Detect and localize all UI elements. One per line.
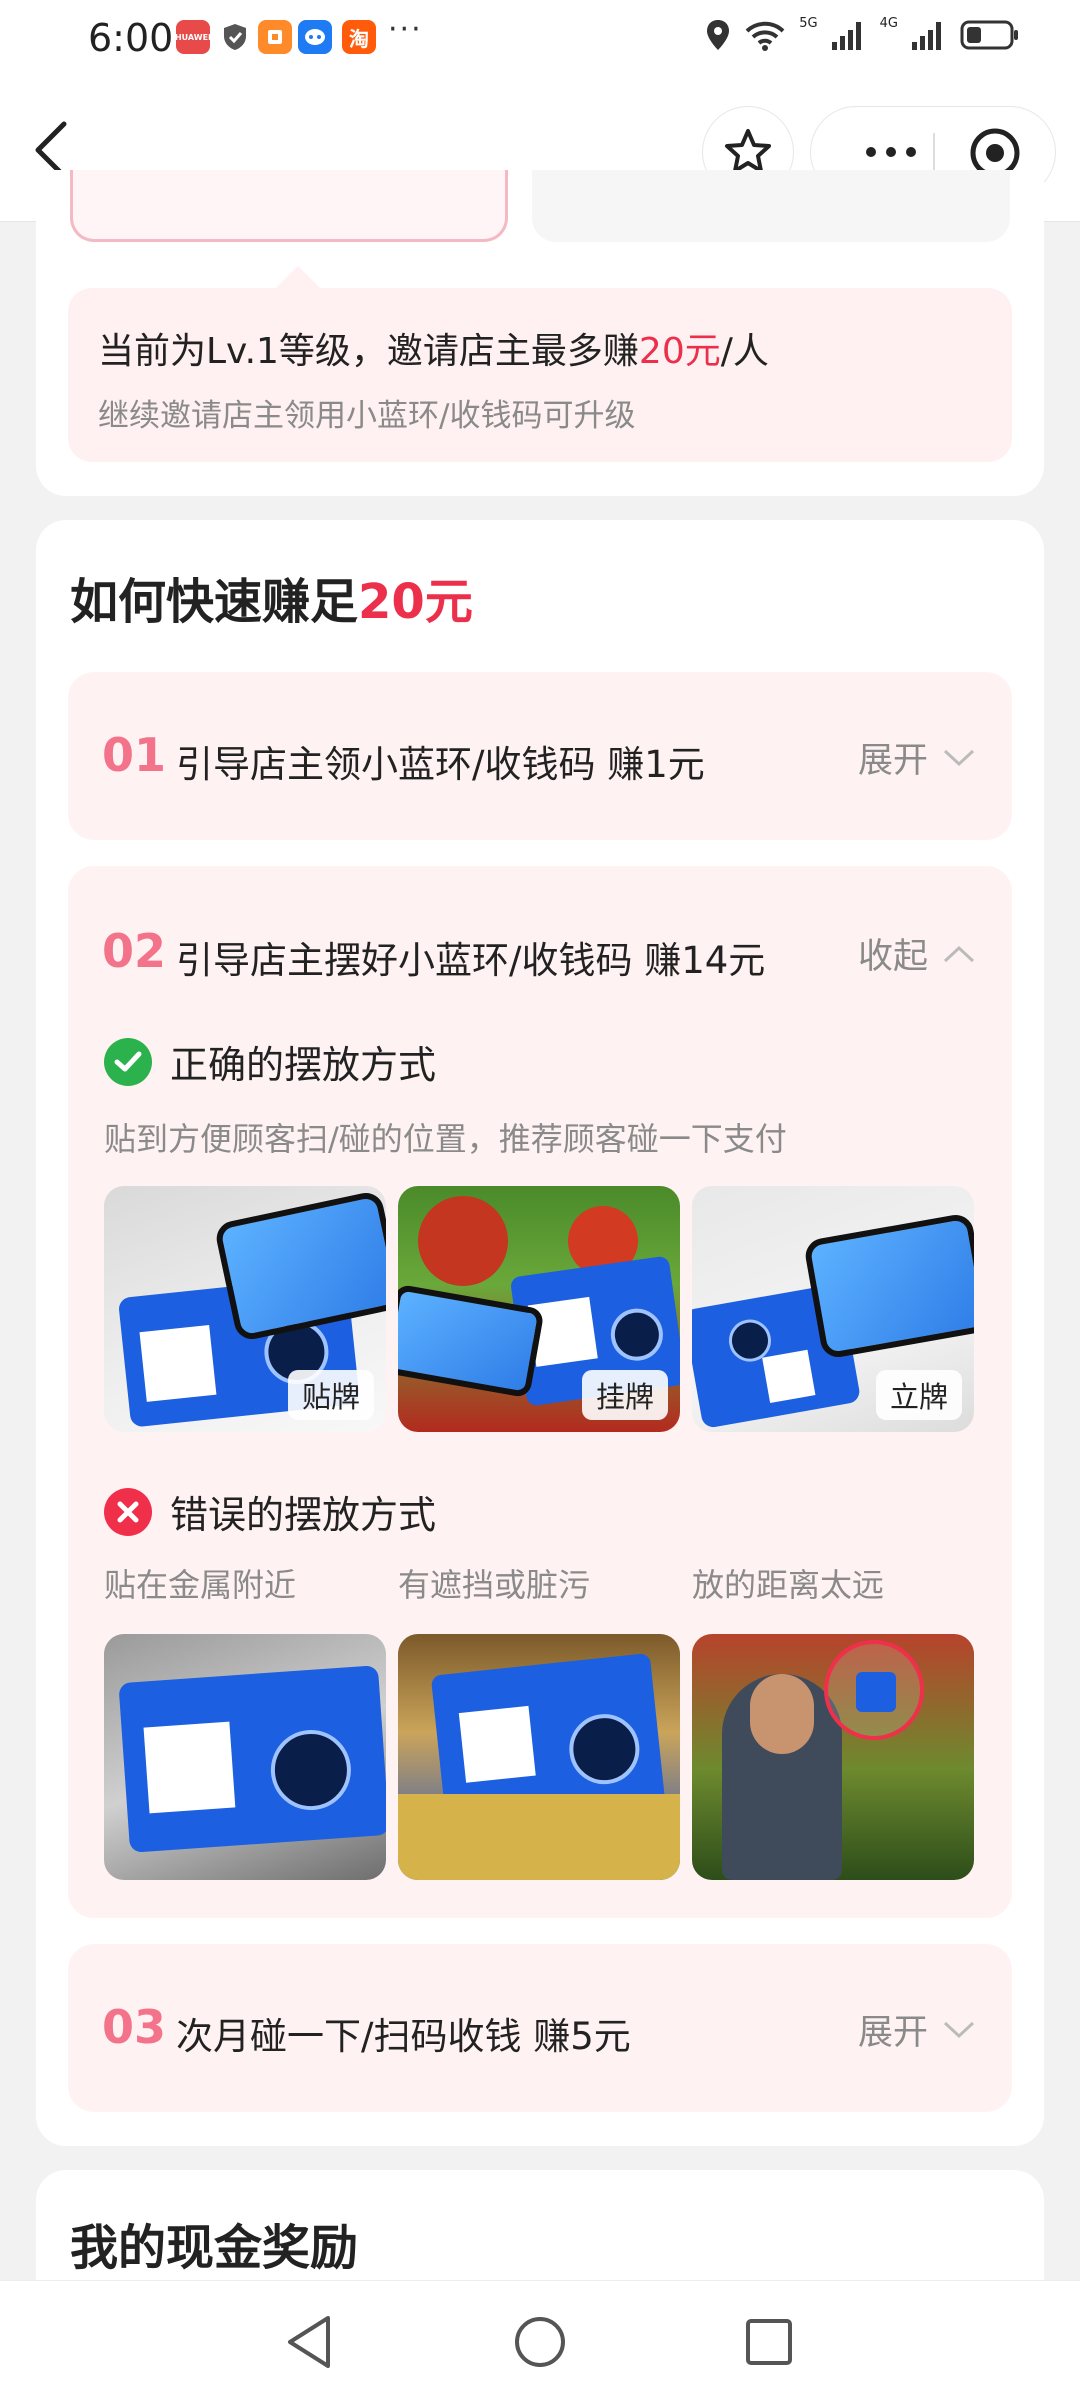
photo-tag: 贴牌 bbox=[287, 1370, 374, 1420]
bot-icon bbox=[298, 20, 332, 54]
nfc-ring-image bbox=[268, 1727, 354, 1813]
chevron-left-icon bbox=[35, 121, 67, 179]
status-time: 6:00 bbox=[88, 16, 174, 60]
payment-plate-image bbox=[856, 1672, 896, 1712]
qr-code-image bbox=[139, 1324, 217, 1402]
signal-icon-2 bbox=[912, 22, 941, 50]
payment-plate-image bbox=[118, 1665, 386, 1853]
network-4g: 4G bbox=[879, 15, 898, 31]
battery-icon bbox=[960, 20, 1018, 50]
phone-image bbox=[213, 1189, 386, 1343]
circle-home-icon bbox=[515, 2317, 565, 2367]
chevron-up-icon bbox=[943, 945, 975, 962]
correct-way-desc: 贴到方便顾客扫/碰的位置，推荐顾客碰一下支付 bbox=[104, 1120, 787, 1158]
expand-toggle[interactable]: 展开 bbox=[858, 732, 976, 783]
square-recents-icon bbox=[746, 2319, 792, 2365]
wifi-icon bbox=[745, 21, 785, 51]
expand-toggle[interactable]: 展开 bbox=[858, 2004, 976, 2055]
chevron-down-icon bbox=[943, 2021, 975, 2038]
photo-near-metal[interactable] bbox=[104, 1634, 386, 1880]
chevron-down-icon bbox=[943, 749, 975, 766]
step-text: 次月碰一下/扫码收钱 赚5元 bbox=[176, 2015, 631, 2058]
food-image bbox=[398, 1794, 680, 1880]
error-circle-icon bbox=[104, 1487, 152, 1536]
photo-tag: 挂牌 bbox=[581, 1370, 668, 1420]
step-text: 引导店主摆好小蓝环/收钱码 赚14元 bbox=[176, 939, 766, 982]
highlight-circle bbox=[824, 1640, 924, 1740]
guide-card: 如何快速赚足20元 01 引导店主领小蓝环/收钱码 赚1元 展开 02 引导店主… bbox=[36, 520, 1044, 2146]
level-sub-text: 继续邀请店主领用小蓝环/收钱码可升级 bbox=[98, 398, 636, 434]
level-amount: 20元 bbox=[638, 331, 721, 372]
level-info-box: 当前为Lv.1等级，邀请店主最多赚20元/人 继续邀请店主领用小蓝环/收钱码可升… bbox=[68, 266, 1012, 462]
photo-sticker[interactable]: 贴牌 bbox=[104, 1186, 386, 1432]
collapse-toggle[interactable]: 收起 bbox=[858, 928, 976, 979]
nfc-ring-image bbox=[607, 1305, 667, 1364]
step-number: 03 bbox=[102, 2000, 167, 2054]
level-card: 当前为Lv.1等级，邀请店主最多赚20元/人 继续邀请店主领用小蓝环/收钱码可升… bbox=[36, 170, 1044, 496]
qr-code-image bbox=[143, 1721, 236, 1814]
nav-home-button[interactable] bbox=[505, 2307, 575, 2377]
wrong-label-blocked: 有遮挡或脏污 bbox=[398, 1566, 591, 1604]
guide-title: 如何快速赚足20元 bbox=[70, 574, 473, 630]
system-nav-bar bbox=[0, 2280, 1080, 2400]
photo-too-far[interactable] bbox=[692, 1634, 974, 1880]
wrong-way-title: 错误的摆放方式 bbox=[104, 1484, 436, 1539]
step-number: 01 bbox=[102, 728, 167, 782]
phone-image bbox=[802, 1212, 974, 1360]
signal-icon bbox=[831, 22, 861, 50]
wrong-label-metal: 贴在金属附近 bbox=[104, 1566, 297, 1604]
taobao-icon: 淘 bbox=[342, 20, 376, 54]
wrong-label-far: 放的距离太远 bbox=[692, 1566, 885, 1604]
photo-standing[interactable]: 立牌 bbox=[692, 1186, 974, 1432]
huawei-app-icon: HUAWEI bbox=[175, 20, 211, 54]
status-bar: 6:00 HUAWEI 淘 ··· 5G 4G bbox=[0, 0, 1080, 78]
rewards-card: 我的现金奖励 bbox=[36, 2170, 1044, 2290]
tab-left[interactable] bbox=[70, 170, 508, 242]
check-circle-icon bbox=[104, 1037, 152, 1086]
step-02: 02 引导店主摆好小蓝环/收钱码 赚14元 收起 正确的摆放方式 贴到方便顾客扫… bbox=[68, 866, 1012, 1918]
shield-icon bbox=[218, 20, 252, 54]
step-number: 02 bbox=[102, 924, 167, 978]
triangle-back-icon bbox=[288, 2316, 330, 2368]
capsule-divider bbox=[933, 133, 935, 173]
rewards-title: 我的现金奖励 bbox=[70, 2220, 359, 2276]
nfc-ring-image bbox=[565, 1710, 643, 1788]
level-main-text: 当前为Lv.1等级，邀请店主最多赚20元/人 bbox=[98, 331, 769, 372]
more-button[interactable] bbox=[851, 129, 931, 175]
qr-code-image bbox=[458, 1705, 536, 1783]
tomato-image bbox=[418, 1196, 508, 1286]
status-more: ··· bbox=[388, 12, 423, 47]
app-icon bbox=[258, 20, 292, 54]
step-text: 引导店主领小蓝环/收钱码 赚1元 bbox=[176, 743, 705, 786]
tab-right[interactable] bbox=[532, 170, 1010, 242]
photo-tag: 立牌 bbox=[875, 1370, 962, 1420]
correct-way-title: 正确的摆放方式 bbox=[104, 1034, 436, 1089]
photo-blocked[interactable] bbox=[398, 1634, 680, 1880]
qr-code-image bbox=[762, 1349, 816, 1404]
photo-hanging[interactable]: 挂牌 bbox=[398, 1186, 680, 1432]
face-image bbox=[750, 1674, 814, 1754]
step-03[interactable]: 03 次月碰一下/扫码收钱 赚5元 展开 bbox=[68, 1944, 1012, 2112]
nav-back-button[interactable] bbox=[274, 2307, 344, 2377]
step-01[interactable]: 01 引导店主领小蓝环/收钱码 赚1元 展开 bbox=[68, 672, 1012, 840]
location-icon bbox=[707, 20, 730, 50]
nav-recents-button[interactable] bbox=[734, 2307, 804, 2377]
network-5g: 5G bbox=[799, 15, 818, 31]
